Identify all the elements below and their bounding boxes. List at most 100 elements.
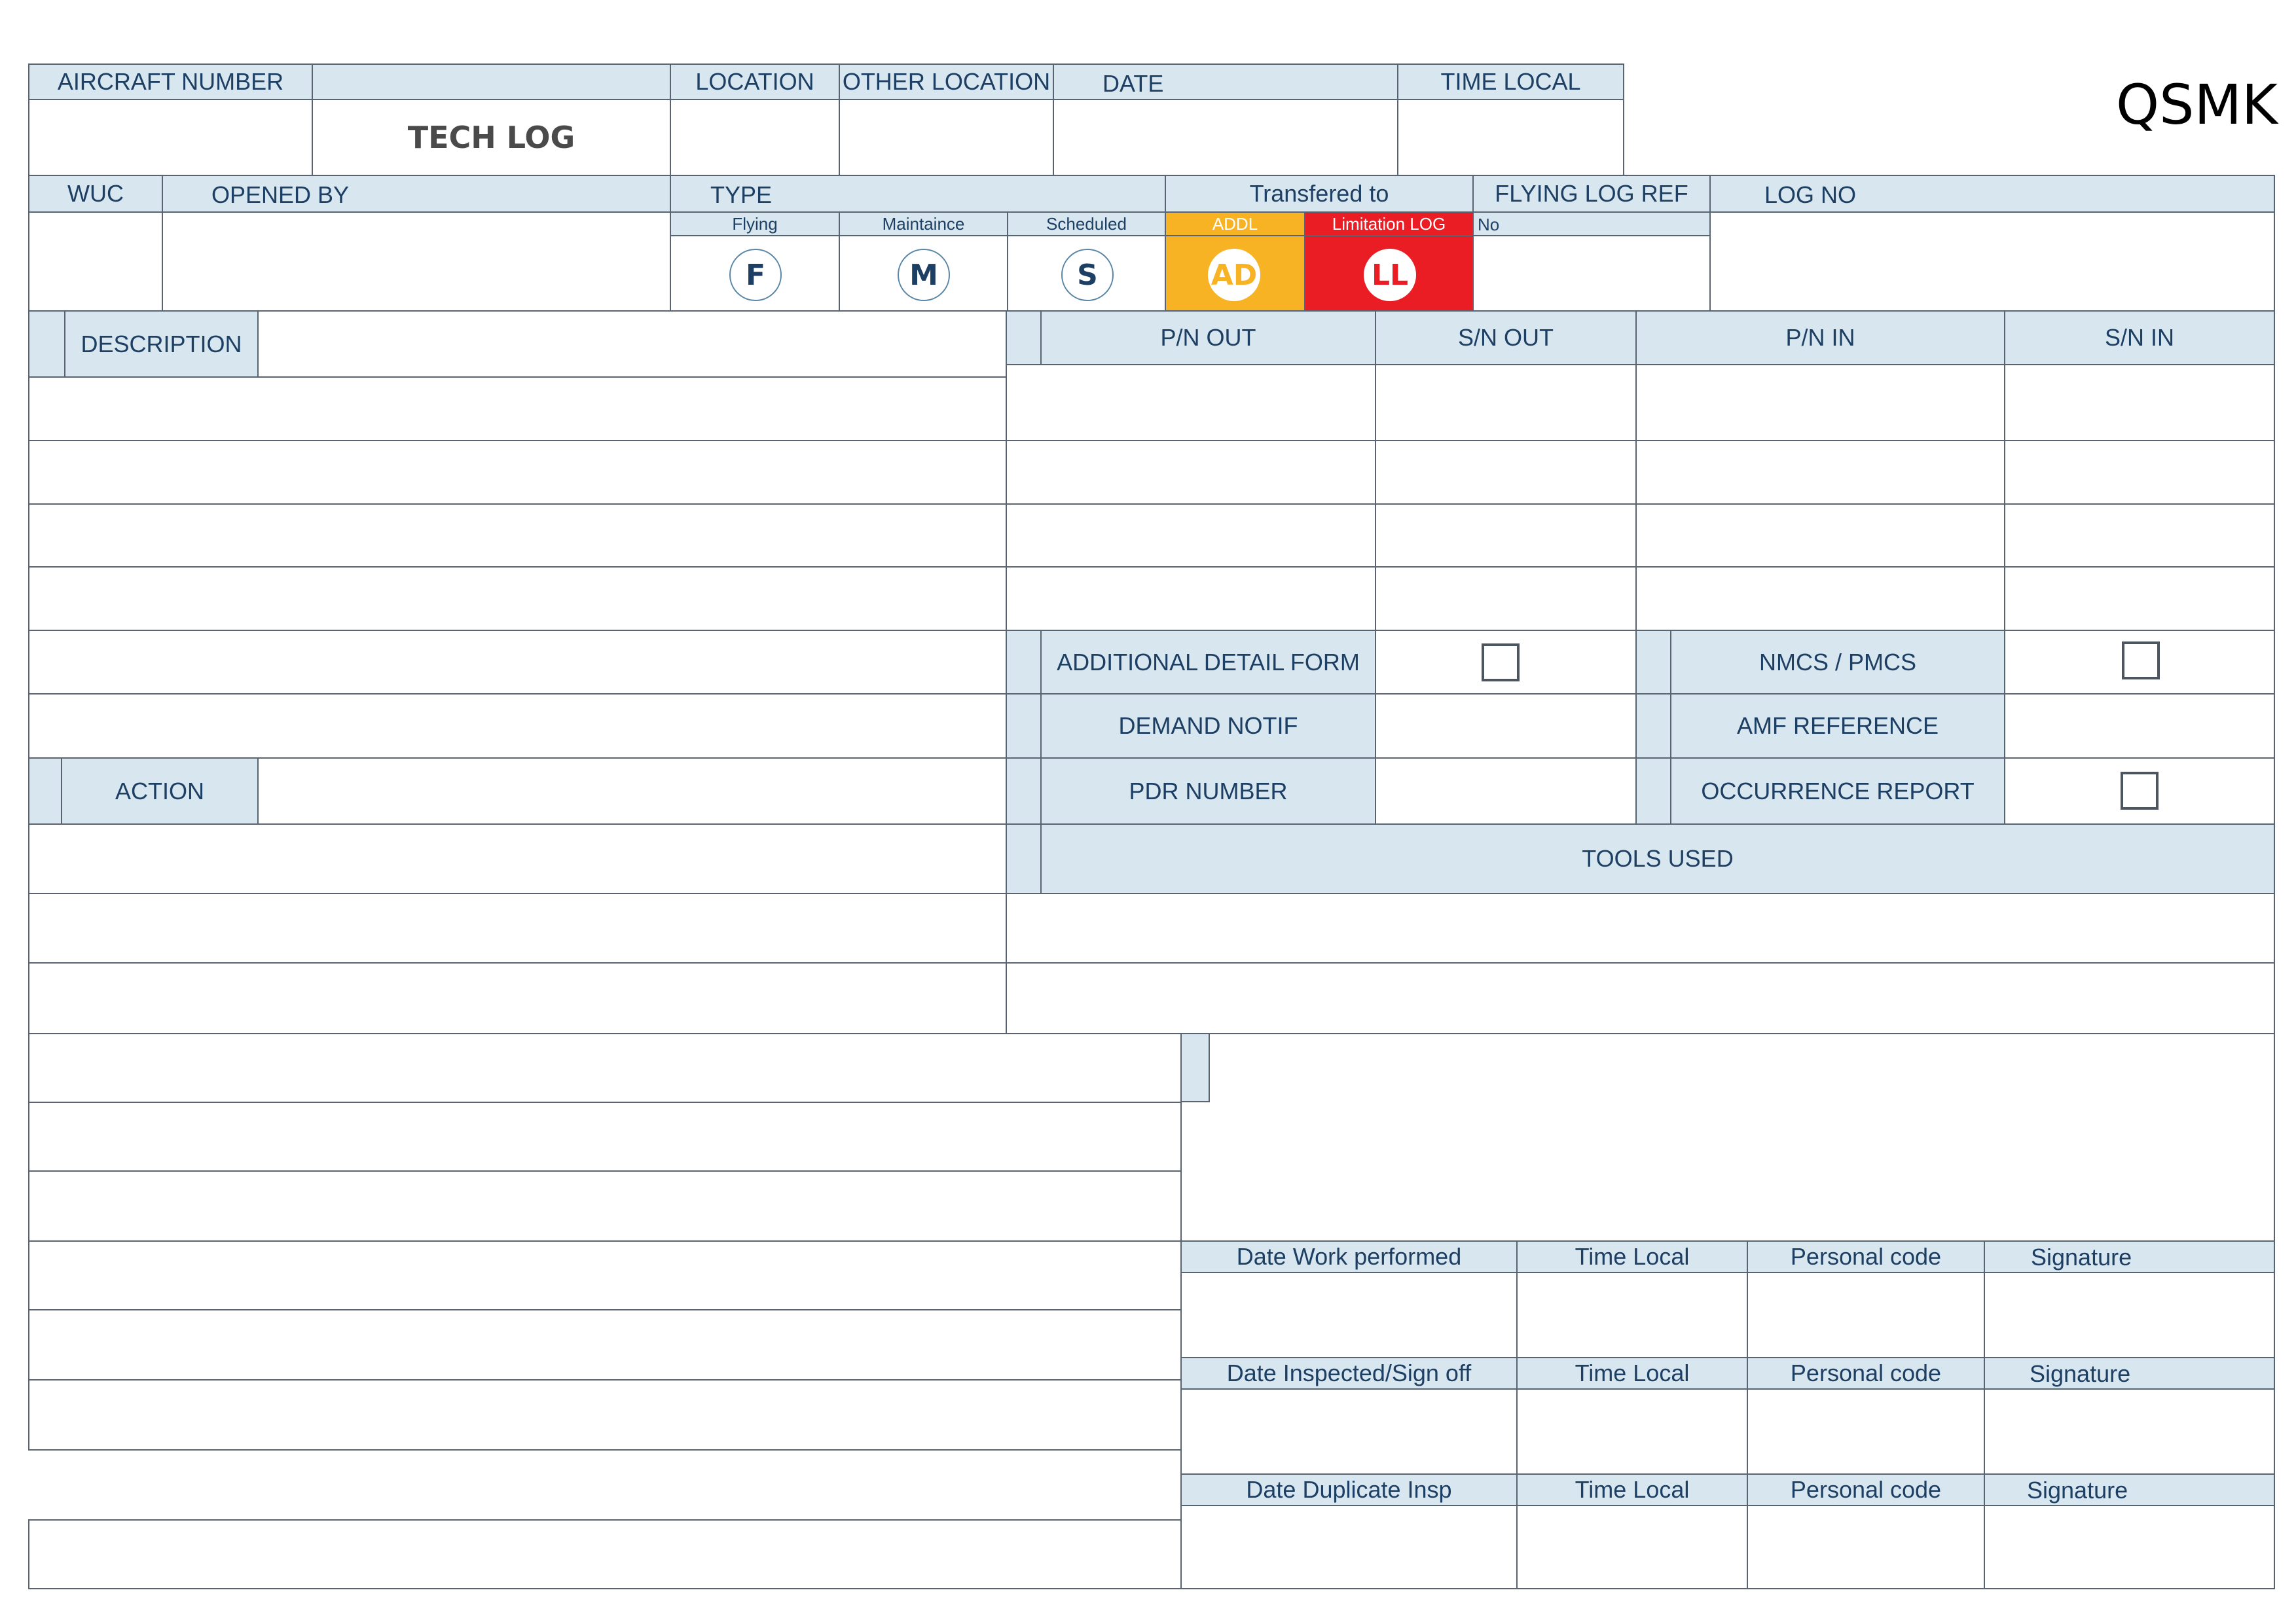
date-duplicate-insp-field[interactable]: [1180, 1505, 1518, 1589]
tools-used-line-1[interactable]: [1006, 893, 2275, 964]
transfer-limitation-cell[interactable]: LL: [1304, 235, 1474, 312]
other-location-field[interactable]: [839, 99, 1054, 176]
action-line-4[interactable]: [28, 1033, 1182, 1103]
demand-notif-field[interactable]: [1375, 693, 1637, 759]
description-tab: [28, 310, 65, 378]
transfer-limitation-label: Limitation LOG: [1332, 213, 1446, 234]
pn-out-cell-3[interactable]: [1006, 503, 1376, 568]
time-local-field[interactable]: [1397, 99, 1624, 176]
sn-in-cell-2[interactable]: [2004, 440, 2275, 505]
type-scheduled-option[interactable]: S: [1061, 249, 1114, 301]
description-line-1[interactable]: [28, 376, 1007, 441]
sn-out-cell-1[interactable]: [1375, 364, 1637, 441]
wuc-label: WUC: [67, 180, 124, 207]
type-scheduled-cell[interactable]: S: [1007, 235, 1166, 312]
no-label: No: [1478, 215, 1500, 234]
date-field[interactable]: [1053, 99, 1398, 176]
action-line-1[interactable]: [28, 823, 1007, 894]
description-line-3[interactable]: [28, 503, 1007, 568]
opened-by-field[interactable]: [162, 211, 671, 312]
aircraft-number-field[interactable]: [28, 99, 313, 176]
nmcs-pmcs-cell: [2004, 630, 2275, 695]
signoff-tab: [1180, 1033, 1210, 1102]
action-line-3[interactable]: [28, 962, 1007, 1034]
action-line-2[interactable]: [28, 893, 1007, 964]
demand-notif-label: DEMAND NOTIF: [1118, 712, 1298, 739]
signature-field-1[interactable]: [1984, 1272, 2275, 1358]
signature-header-1: Signature: [1984, 1240, 2275, 1273]
pn-in-cell-4[interactable]: [1635, 566, 2005, 631]
wuc-field[interactable]: [28, 211, 163, 312]
sn-out-cell-3[interactable]: [1375, 503, 1637, 568]
personal-code-label-3: Personal code: [1790, 1476, 1942, 1503]
sn-out-cell-2[interactable]: [1375, 440, 1637, 505]
sn-in-cell-1[interactable]: [2004, 364, 2275, 441]
action-line-10[interactable]: [28, 1519, 1182, 1589]
date-inspected-field[interactable]: [1180, 1388, 1518, 1475]
date-work-performed-header: Date Work performed: [1180, 1240, 1518, 1273]
personal-code-label-2: Personal code: [1790, 1360, 1942, 1386]
log-no-field[interactable]: [1709, 211, 2275, 312]
description-title-field[interactable]: [257, 310, 1007, 378]
opened-by-label: OPENED BY: [211, 181, 350, 208]
description-line-5[interactable]: [28, 630, 1007, 695]
time-local-label: TIME LOCAL: [1440, 68, 1581, 95]
pn-out-cell-2[interactable]: [1006, 440, 1376, 505]
action-title-field[interactable]: [257, 757, 1007, 825]
transfer-addl-cell[interactable]: AD: [1165, 235, 1305, 312]
pn-out-cell-4[interactable]: [1006, 566, 1376, 631]
occurrence-report-checkbox[interactable]: [2121, 772, 2159, 810]
type-scheduled-header: Scheduled: [1007, 211, 1166, 236]
action-line-5[interactable]: [28, 1102, 1182, 1172]
transfer-limitation-option[interactable]: LL: [1364, 249, 1416, 301]
type-flying-label: Flying: [732, 213, 778, 234]
sn-in-cell-4[interactable]: [2004, 566, 2275, 631]
remarks-frame-right: [2274, 1033, 2275, 1241]
signature-field-2[interactable]: [1984, 1388, 2275, 1475]
detail-tab-6: [1635, 757, 1671, 825]
pdr-number-header: PDR NUMBER: [1040, 757, 1376, 825]
pn-in-cell-1[interactable]: [1635, 364, 2005, 441]
type-maintaince-option[interactable]: M: [898, 249, 950, 301]
signature-field-3[interactable]: [1984, 1505, 2275, 1589]
action-line-9[interactable]: [28, 1379, 1182, 1451]
pn-in-cell-2[interactable]: [1635, 440, 2005, 505]
occurrence-report-header: OCCURRENCE REPORT: [1670, 757, 2005, 825]
pn-in-cell-3[interactable]: [1635, 503, 2005, 568]
sn-out-cell-4[interactable]: [1375, 566, 1637, 631]
pdr-number-field[interactable]: [1375, 757, 1637, 825]
pdr-number-label: PDR NUMBER: [1129, 777, 1288, 804]
transferred-to-header: Transfered to: [1165, 175, 1474, 213]
date-work-performed-label: Date Work performed: [1236, 1243, 1462, 1270]
additional-detail-form-label: ADDITIONAL DETAIL FORM: [1057, 648, 1360, 676]
transfer-addl-option[interactable]: AD: [1208, 249, 1260, 301]
pn-out-cell-1[interactable]: [1006, 364, 1376, 441]
tools-used-line-2[interactable]: [1006, 962, 2275, 1034]
description-line-2[interactable]: [28, 440, 1007, 505]
type-header: TYPE: [670, 175, 1166, 213]
type-flying-cell[interactable]: F: [670, 235, 840, 312]
personal-code-field-2[interactable]: [1747, 1388, 1985, 1475]
personal-code-field-3[interactable]: [1747, 1505, 1985, 1589]
location-field[interactable]: [670, 99, 840, 176]
tech-log-form: { "brand": "QSMK", "header": { "aircraft…: [0, 0, 2296, 1624]
description-line-6[interactable]: [28, 693, 1007, 759]
time-local-field-3[interactable]: [1516, 1505, 1748, 1589]
type-maintaince-cell[interactable]: M: [839, 235, 1008, 312]
time-local-field-2[interactable]: [1516, 1388, 1748, 1475]
action-line-6[interactable]: [28, 1170, 1182, 1242]
personal-code-field-1[interactable]: [1747, 1272, 1985, 1358]
type-flying-option[interactable]: F: [729, 249, 782, 301]
nmcs-pmcs-checkbox[interactable]: [2122, 641, 2160, 679]
signature-label-2: Signature: [2030, 1360, 2131, 1387]
date-duplicate-insp-header: Date Duplicate Insp: [1180, 1473, 1518, 1506]
action-line-8[interactable]: [28, 1309, 1182, 1380]
time-local-field-1[interactable]: [1516, 1272, 1748, 1358]
sn-in-cell-3[interactable]: [2004, 503, 2275, 568]
action-line-7[interactable]: [28, 1240, 1182, 1310]
amf-reference-field[interactable]: [2004, 693, 2275, 759]
flying-log-ref-field[interactable]: [1472, 235, 1711, 312]
additional-detail-form-checkbox[interactable]: [1482, 643, 1520, 681]
date-work-performed-field[interactable]: [1180, 1272, 1518, 1358]
description-line-4[interactable]: [28, 566, 1007, 631]
